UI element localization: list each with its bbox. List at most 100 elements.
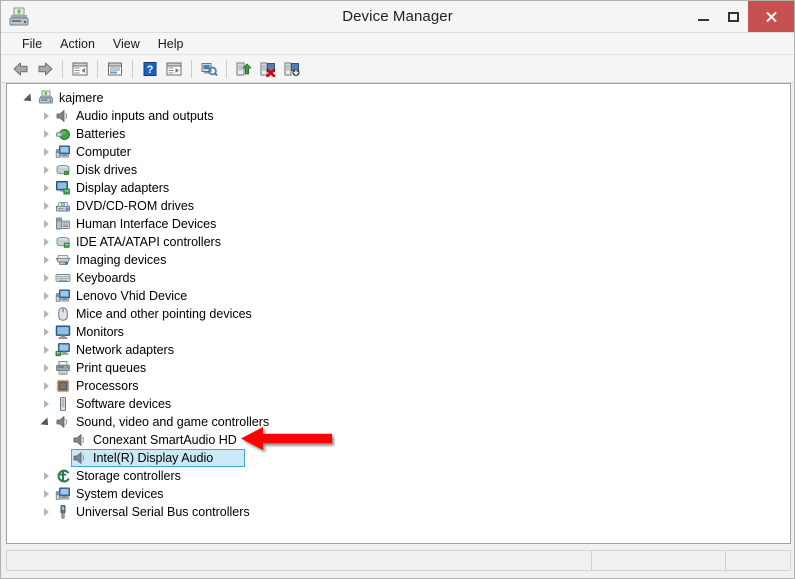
network-adapter-icon xyxy=(54,341,72,359)
monitor-icon xyxy=(54,323,72,341)
menu-view[interactable]: View xyxy=(104,35,149,53)
tree-node-label: Mice and other pointing devices xyxy=(76,307,252,321)
close-icon xyxy=(765,11,777,23)
chevron-right-icon[interactable] xyxy=(38,251,54,269)
mouse-icon xyxy=(54,305,72,323)
tree-leaf-spacer xyxy=(55,431,71,449)
tree-node-human-interface-devices[interactable]: Human Interface Devices xyxy=(7,215,790,233)
tree-node-batteries[interactable]: Batteries xyxy=(7,125,790,143)
tree-node-imaging-devices[interactable]: Imaging devices xyxy=(7,251,790,269)
software-device-icon xyxy=(54,395,72,413)
speaker-icon xyxy=(71,431,89,449)
dvd-drive-icon xyxy=(54,197,72,215)
show-hide-action-pane-icon[interactable] xyxy=(162,57,186,80)
uninstall-device-icon[interactable] xyxy=(280,57,304,80)
tree-node-label: Lenovo Vhid Device xyxy=(76,289,188,303)
chevron-right-icon[interactable] xyxy=(38,503,54,521)
tree-node-label: DVD/CD-ROM drives xyxy=(76,199,195,213)
tree-node-kajmere[interactable]: kajmere xyxy=(7,89,790,107)
show-hide-console-tree-icon[interactable] xyxy=(68,57,92,80)
tree-node-software-devices[interactable]: Software devices xyxy=(7,395,790,413)
device-tree: kajmere Audio inputs and outputs Batteries… xyxy=(7,84,790,521)
tree-node-print-queues[interactable]: Print queues xyxy=(7,359,790,377)
chevron-right-icon[interactable] xyxy=(38,197,54,215)
imaging-device-icon xyxy=(54,251,72,269)
minimize-icon xyxy=(697,19,709,21)
maximize-icon xyxy=(727,11,739,22)
tree-node-lenovo-vhid-device[interactable]: Lenovo Vhid Device xyxy=(7,287,790,305)
chevron-right-icon[interactable] xyxy=(38,287,54,305)
chevron-right-icon[interactable] xyxy=(38,125,54,143)
tree-node-intel-display-audio[interactable]: Intel(R) Display Audio xyxy=(7,449,790,467)
tree-node-label: Conexant SmartAudio HD xyxy=(93,433,237,447)
minimize-button[interactable] xyxy=(688,1,718,32)
status-pane-secondary xyxy=(591,551,725,570)
scan-for-hardware-changes-icon[interactable] xyxy=(197,57,221,80)
tree-node-label: Imaging devices xyxy=(76,253,167,267)
tree-node-ide-ata-atapi-controllers[interactable]: IDE ATA/ATAPI controllers xyxy=(7,233,790,251)
tree-node-label: IDE ATA/ATAPI controllers xyxy=(76,235,221,249)
properties-icon[interactable] xyxy=(103,57,127,80)
chevron-right-icon[interactable] xyxy=(38,377,54,395)
battery-icon xyxy=(54,125,72,143)
system-device-icon xyxy=(54,287,72,305)
update-driver-icon[interactable] xyxy=(232,57,256,80)
chevron-right-icon[interactable] xyxy=(38,323,54,341)
tree-node-keyboards[interactable]: Keyboards xyxy=(7,269,790,287)
tree-node-label: Print queues xyxy=(76,361,147,375)
help-icon[interactable]: ? xyxy=(138,57,162,80)
tree-node-conexant-smartaudio-hd[interactable]: Conexant SmartAudio HD xyxy=(7,431,790,449)
tree-node-network-adapters[interactable]: Network adapters xyxy=(7,341,790,359)
chevron-right-icon[interactable] xyxy=(38,179,54,197)
chevron-right-icon[interactable] xyxy=(38,341,54,359)
status-pane-main xyxy=(7,551,591,570)
tree-node-dvd-cd-rom-drives[interactable]: DVD/CD-ROM drives xyxy=(7,197,790,215)
status-bar xyxy=(6,550,791,571)
menu-action[interactable]: Action xyxy=(51,35,104,53)
disable-device-icon[interactable] xyxy=(256,57,280,80)
tree-node-storage-controllers[interactable]: Storage controllers xyxy=(7,467,790,485)
tree-node-computer[interactable]: Computer xyxy=(7,143,790,161)
keyboard-icon xyxy=(54,269,72,287)
chevron-right-icon[interactable] xyxy=(38,395,54,413)
tree-node-universal-serial-bus-controllers[interactable]: Universal Serial Bus controllers xyxy=(7,503,790,521)
tree-node-sound-video-and-game-controllers[interactable]: Sound, video and game controllers xyxy=(7,413,790,431)
chevron-right-icon[interactable] xyxy=(38,143,54,161)
tree-node-label: Audio inputs and outputs xyxy=(76,109,214,123)
forward-arrow-icon[interactable] xyxy=(33,57,57,80)
chevron-right-icon[interactable] xyxy=(38,467,54,485)
chevron-right-icon[interactable] xyxy=(38,269,54,287)
tree-node-label: Universal Serial Bus controllers xyxy=(76,505,250,519)
toolbar: ? xyxy=(1,55,794,83)
tree-node-system-devices[interactable]: System devices xyxy=(7,485,790,503)
chevron-right-icon[interactable] xyxy=(38,359,54,377)
tree-node-disk-drives[interactable]: Disk drives xyxy=(7,161,790,179)
speaker-icon xyxy=(54,107,72,125)
tree-node-display-adapters[interactable]: Display adapters xyxy=(7,179,790,197)
tree-node-processors[interactable]: Processors xyxy=(7,377,790,395)
device-manager-icon xyxy=(8,6,30,28)
device-tree-panel[interactable]: kajmere Audio inputs and outputs Batteries… xyxy=(6,83,791,544)
tree-node-label: Display adapters xyxy=(76,181,170,195)
maximize-button[interactable] xyxy=(718,1,748,32)
toolbar-separator xyxy=(191,59,192,78)
menu-file[interactable]: File xyxy=(13,35,51,53)
tree-node-audio-inputs-and-outputs[interactable]: Audio inputs and outputs xyxy=(7,107,790,125)
chevron-down-icon[interactable] xyxy=(21,89,37,107)
processor-icon xyxy=(54,377,72,395)
back-arrow-icon[interactable] xyxy=(9,57,33,80)
svg-text:?: ? xyxy=(147,64,154,76)
close-button[interactable] xyxy=(748,1,794,32)
chevron-right-icon[interactable] xyxy=(38,161,54,179)
chevron-right-icon[interactable] xyxy=(38,107,54,125)
menu-help[interactable]: Help xyxy=(149,35,193,53)
tree-node-mice-and-other-pointing-devices[interactable]: Mice and other pointing devices xyxy=(7,305,790,323)
tree-node-label: Software devices xyxy=(76,397,172,411)
chevron-right-icon[interactable] xyxy=(38,305,54,323)
tree-node-label: Batteries xyxy=(76,127,126,141)
chevron-right-icon[interactable] xyxy=(38,215,54,233)
chevron-right-icon[interactable] xyxy=(38,485,54,503)
chevron-right-icon[interactable] xyxy=(38,233,54,251)
chevron-down-icon[interactable] xyxy=(38,413,54,431)
tree-node-monitors[interactable]: Monitors xyxy=(7,323,790,341)
